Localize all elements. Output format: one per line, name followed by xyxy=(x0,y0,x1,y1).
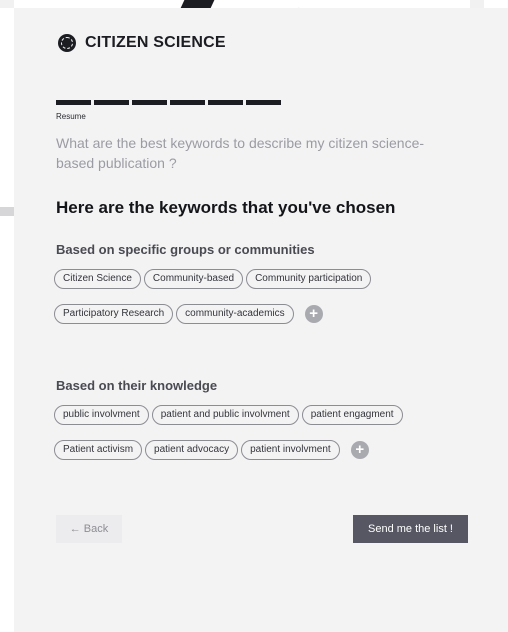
progress-indicator xyxy=(56,100,281,105)
section-title-communities: Based on specific groups or communities xyxy=(56,242,315,257)
progress-segment xyxy=(132,100,167,105)
step-label: Resume xyxy=(56,112,86,121)
progress-segment xyxy=(170,100,205,105)
add-keyword-button[interactable]: + xyxy=(304,305,323,323)
keyword-chip[interactable]: Patient activism xyxy=(54,440,143,460)
brand-name: CITIZEN SCIENCE xyxy=(85,34,226,51)
keyword-chip[interactable]: Community participation xyxy=(246,269,372,289)
keyword-row: Patient activism patient advocacy patien… xyxy=(54,440,369,460)
background-fragment xyxy=(470,0,484,8)
keyword-chip[interactable]: patient involvment xyxy=(241,440,340,460)
progress-segment xyxy=(208,100,243,105)
progress-segment xyxy=(246,100,281,105)
background-strip xyxy=(0,207,14,216)
brand-header: CITIZEN SCIENCE xyxy=(58,34,226,52)
keyword-chip[interactable]: Citizen Science xyxy=(54,269,141,289)
keyword-row: Citizen Science Community-based Communit… xyxy=(54,269,372,289)
keyword-chip[interactable]: patient and public involvment xyxy=(151,405,299,425)
send-list-button[interactable]: Send me the list ! xyxy=(353,515,468,543)
question-text: What are the best keywords to describe m… xyxy=(56,135,425,171)
page-title: Here are the keywords that you've chosen xyxy=(56,198,396,217)
keyword-chip[interactable]: public involvment xyxy=(54,405,149,425)
keyword-chip[interactable]: Community-based xyxy=(143,269,244,289)
progress-segment xyxy=(56,100,91,105)
keyword-chip[interactable]: patient engagment xyxy=(301,405,403,425)
back-button[interactable]: ← Back xyxy=(56,515,122,543)
keywords-summary-card: CITIZEN SCIENCE Resume What are the best… xyxy=(14,8,508,632)
section-title-knowledge: Based on their knowledge xyxy=(56,378,218,393)
progress-segment xyxy=(94,100,129,105)
keyword-row: public involvment patient and public inv… xyxy=(54,405,403,425)
keyword-row: Participatory Research community-academi… xyxy=(54,304,323,324)
keyword-chip[interactable]: patient advocacy xyxy=(145,440,239,460)
add-keyword-button[interactable]: + xyxy=(350,441,369,459)
keyword-chip[interactable]: community-academics xyxy=(176,304,294,324)
background-fragment xyxy=(0,0,14,8)
globe-icon xyxy=(58,34,76,52)
keyword-chip[interactable]: Participatory Research xyxy=(54,304,174,324)
